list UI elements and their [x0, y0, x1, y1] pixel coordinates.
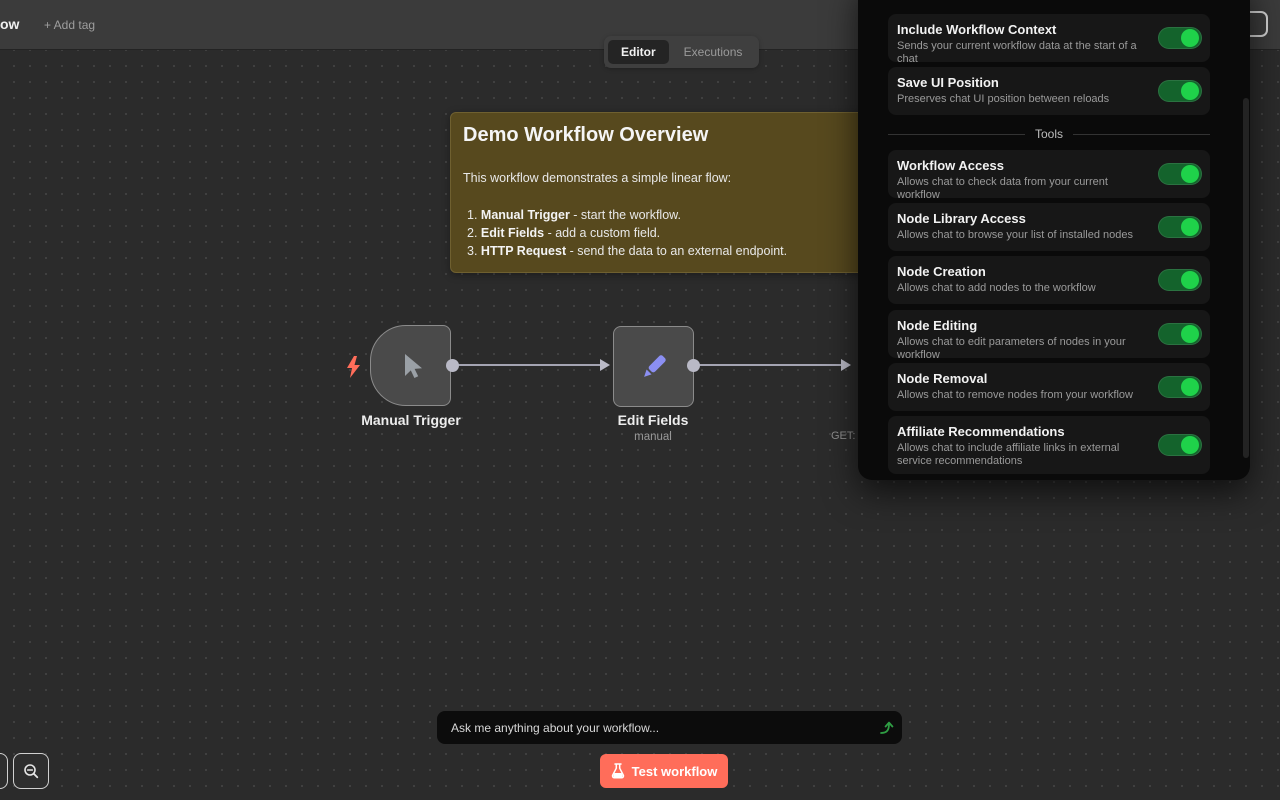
setting-affiliate-recommendations: Affiliate Recommendations Allows chat to… [888, 416, 1210, 474]
panel-scrollbar[interactable] [1243, 98, 1249, 458]
setting-title: Node Library Access [897, 210, 1201, 227]
trigger-bolt-icon [343, 355, 365, 379]
http-node-subtitle: GET: [831, 430, 855, 442]
sticky-step: 3. HTTP Request - send the data to an ex… [467, 242, 787, 260]
setting-description: Allows chat to add nodes to the workflow [897, 282, 1152, 295]
output-connector[interactable] [446, 359, 459, 372]
output-connector[interactable] [687, 359, 700, 372]
node-label: Edit Fields [573, 412, 733, 428]
toggle-save-ui-position[interactable] [1158, 80, 1202, 102]
setting-description: Allows chat to browse your list of insta… [897, 229, 1152, 242]
toggle-workflow-access[interactable] [1158, 163, 1202, 185]
pencil-icon [635, 348, 673, 386]
node-label: Manual Trigger [331, 412, 491, 428]
setting-title: Node Creation [897, 263, 1201, 280]
connection-line[interactable] [452, 364, 602, 366]
sticky-step: 2. Edit Fields - add a custom field. [467, 224, 787, 242]
setting-workflow-access: Workflow Access Allows chat to check dat… [888, 150, 1210, 198]
setting-description: Allows chat to check data from your curr… [897, 176, 1152, 202]
send-arrow-icon [878, 719, 895, 736]
toggle-affiliate-recommendations[interactable] [1158, 434, 1202, 456]
toggle-node-creation[interactable] [1158, 269, 1202, 291]
setting-include-workflow-context: Include Workflow Context Sends your curr… [888, 14, 1210, 62]
setting-title: Affiliate Recommendations [897, 423, 1201, 440]
setting-node-editing: Node Editing Allows chat to edit paramet… [888, 310, 1210, 358]
setting-node-creation: Node Creation Allows chat to add nodes t… [888, 256, 1210, 304]
test-workflow-label: Test workflow [632, 764, 718, 779]
view-tabs: Editor Executions [604, 36, 759, 68]
connection-arrowhead-icon [841, 359, 851, 371]
setting-title: Include Workflow Context [897, 21, 1201, 38]
flask-icon [611, 763, 625, 779]
sticky-step-list: 1. Manual Trigger - start the workflow. … [467, 206, 787, 260]
setting-node-removal: Node Removal Allows chat to remove nodes… [888, 363, 1210, 411]
setting-title: Node Editing [897, 317, 1201, 334]
setting-description: Allows chat to remove nodes from your wo… [897, 389, 1152, 402]
workflow-name[interactable]: ow [0, 16, 19, 32]
setting-description: Preserves chat UI position between reloa… [897, 93, 1152, 106]
test-workflow-button[interactable]: Test workflow [600, 754, 728, 788]
node-manual-trigger[interactable] [370, 325, 451, 406]
toggle-node-editing[interactable] [1158, 323, 1202, 345]
chat-input-bar [437, 711, 902, 744]
tools-section-label: Tools [1035, 127, 1063, 141]
tab-executions[interactable]: Executions [671, 40, 756, 64]
add-tag-button[interactable]: + Add tag [44, 18, 95, 32]
tab-editor[interactable]: Editor [608, 40, 669, 64]
chat-send-button[interactable] [870, 711, 902, 744]
toggle-node-removal[interactable] [1158, 376, 1202, 398]
chat-settings-panel: Include Workflow Context Sends your curr… [858, 0, 1250, 480]
zoom-out-button[interactable] [13, 753, 49, 789]
tools-section-divider: Tools [888, 126, 1210, 142]
setting-save-ui-position: Save UI Position Preserves chat UI posit… [888, 67, 1210, 115]
zoom-out-icon [22, 762, 40, 780]
node-subtitle: manual [573, 431, 733, 443]
setting-node-library-access: Node Library Access Allows chat to brows… [888, 203, 1210, 251]
setting-description: Allows chat to include affiliate links i… [897, 442, 1152, 468]
cursor-icon [394, 349, 428, 383]
toggle-node-library-access[interactable] [1158, 216, 1202, 238]
setting-description: Sends your current workflow data at the … [897, 40, 1152, 66]
setting-title: Workflow Access [897, 157, 1201, 174]
sticky-title: Demo Workflow Overview [463, 124, 708, 147]
chat-input[interactable] [437, 721, 870, 735]
connection-arrowhead-icon [600, 359, 610, 371]
sticky-note[interactable]: Demo Workflow Overview This workflow dem… [450, 112, 868, 273]
setting-title: Save UI Position [897, 74, 1201, 91]
sticky-step: 1. Manual Trigger - start the workflow. [467, 206, 787, 224]
node-edit-fields[interactable] [613, 326, 694, 407]
sticky-intro: This workflow demonstrates a simple line… [463, 171, 731, 185]
canvas-control-partial-button[interactable] [0, 753, 8, 789]
setting-description: Allows chat to edit parameters of nodes … [897, 336, 1152, 362]
toggle-include-workflow-context[interactable] [1158, 27, 1202, 49]
connection-line[interactable] [693, 364, 843, 366]
setting-title: Node Removal [897, 370, 1201, 387]
